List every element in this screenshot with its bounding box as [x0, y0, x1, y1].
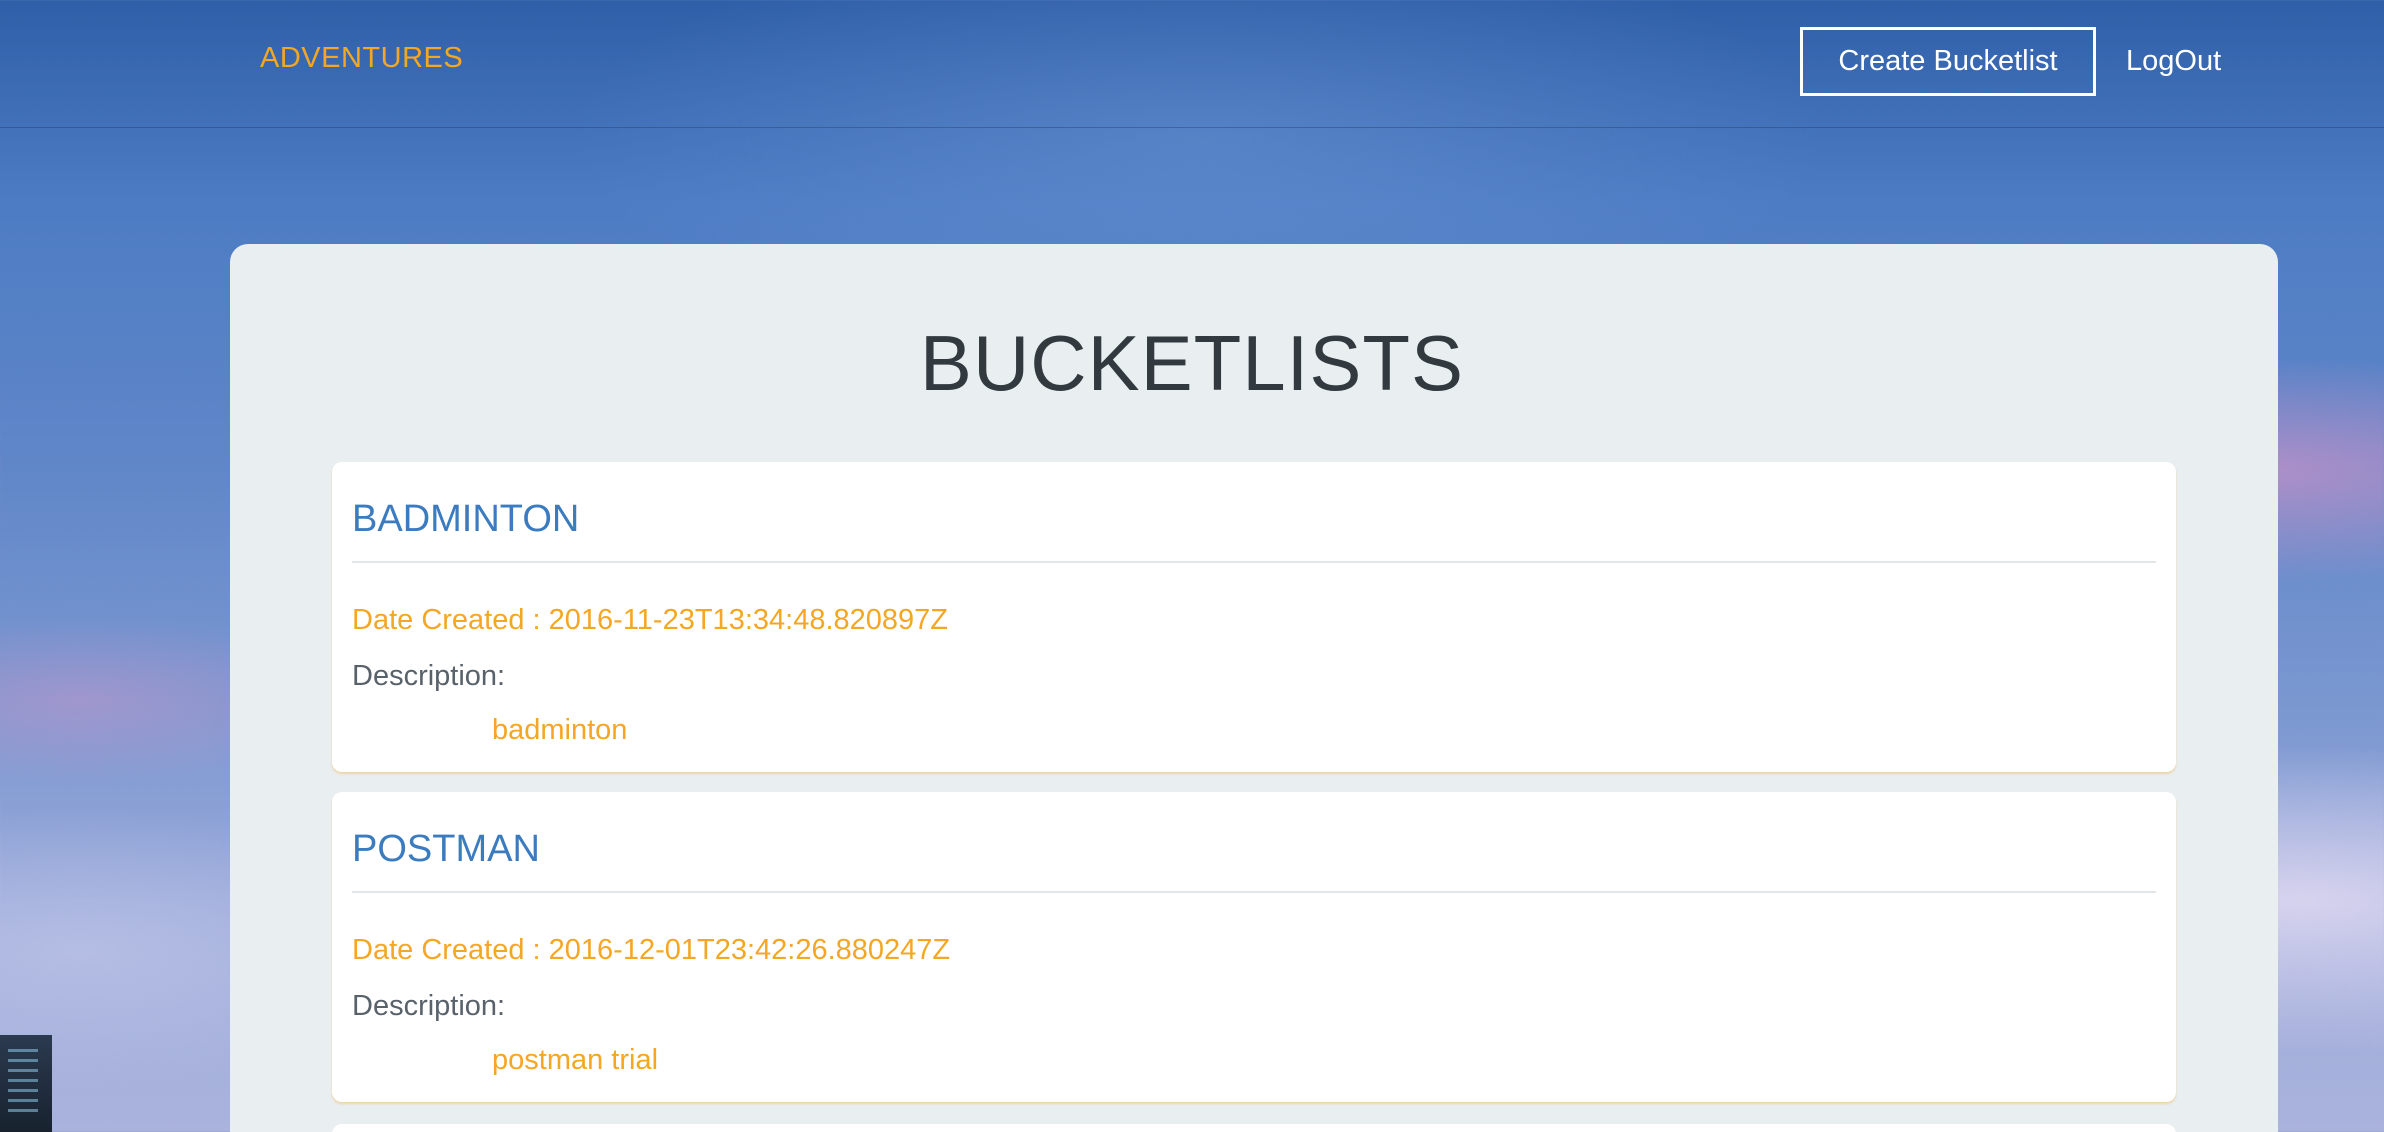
bucketlist-date-created: Date Created : 2016-12-01T23:42:26.88024…	[352, 934, 951, 966]
background-building	[0, 1035, 52, 1132]
bucketlist-date-created: Date Created : 2016-11-23T13:34:48.82089…	[352, 604, 948, 636]
bucketlist-description: badminton	[492, 714, 628, 746]
brand-link[interactable]: ADVENTURES	[260, 42, 463, 75]
bucketlist-description: postman trial	[492, 1044, 659, 1076]
create-bucketlist-button[interactable]: Create Bucketlist	[1800, 27, 2096, 96]
bucketlist-card[interactable]: POSTMAN Date Created : 2016-12-01T23:42:…	[332, 792, 2176, 1102]
bucketlist-name[interactable]: POSTMAN	[352, 828, 540, 871]
page-title: BUCKETLISTS	[919, 319, 1465, 407]
logout-link[interactable]: LogOut	[2126, 45, 2221, 78]
description-label: Description:	[352, 660, 506, 692]
bucketlist-card[interactable]: BADMINTON Date Created : 2016-11-23T13:3…	[332, 462, 2176, 772]
card-divider	[352, 561, 2156, 563]
description-label: Description:	[352, 990, 506, 1022]
bucketlist-name[interactable]: BADMINTON	[352, 498, 579, 541]
top-navbar: ADVENTURES Create Bucketlist LogOut	[0, 0, 2384, 128]
card-divider	[352, 891, 2156, 893]
bucketlist-card-partial[interactable]	[332, 1124, 2176, 1132]
